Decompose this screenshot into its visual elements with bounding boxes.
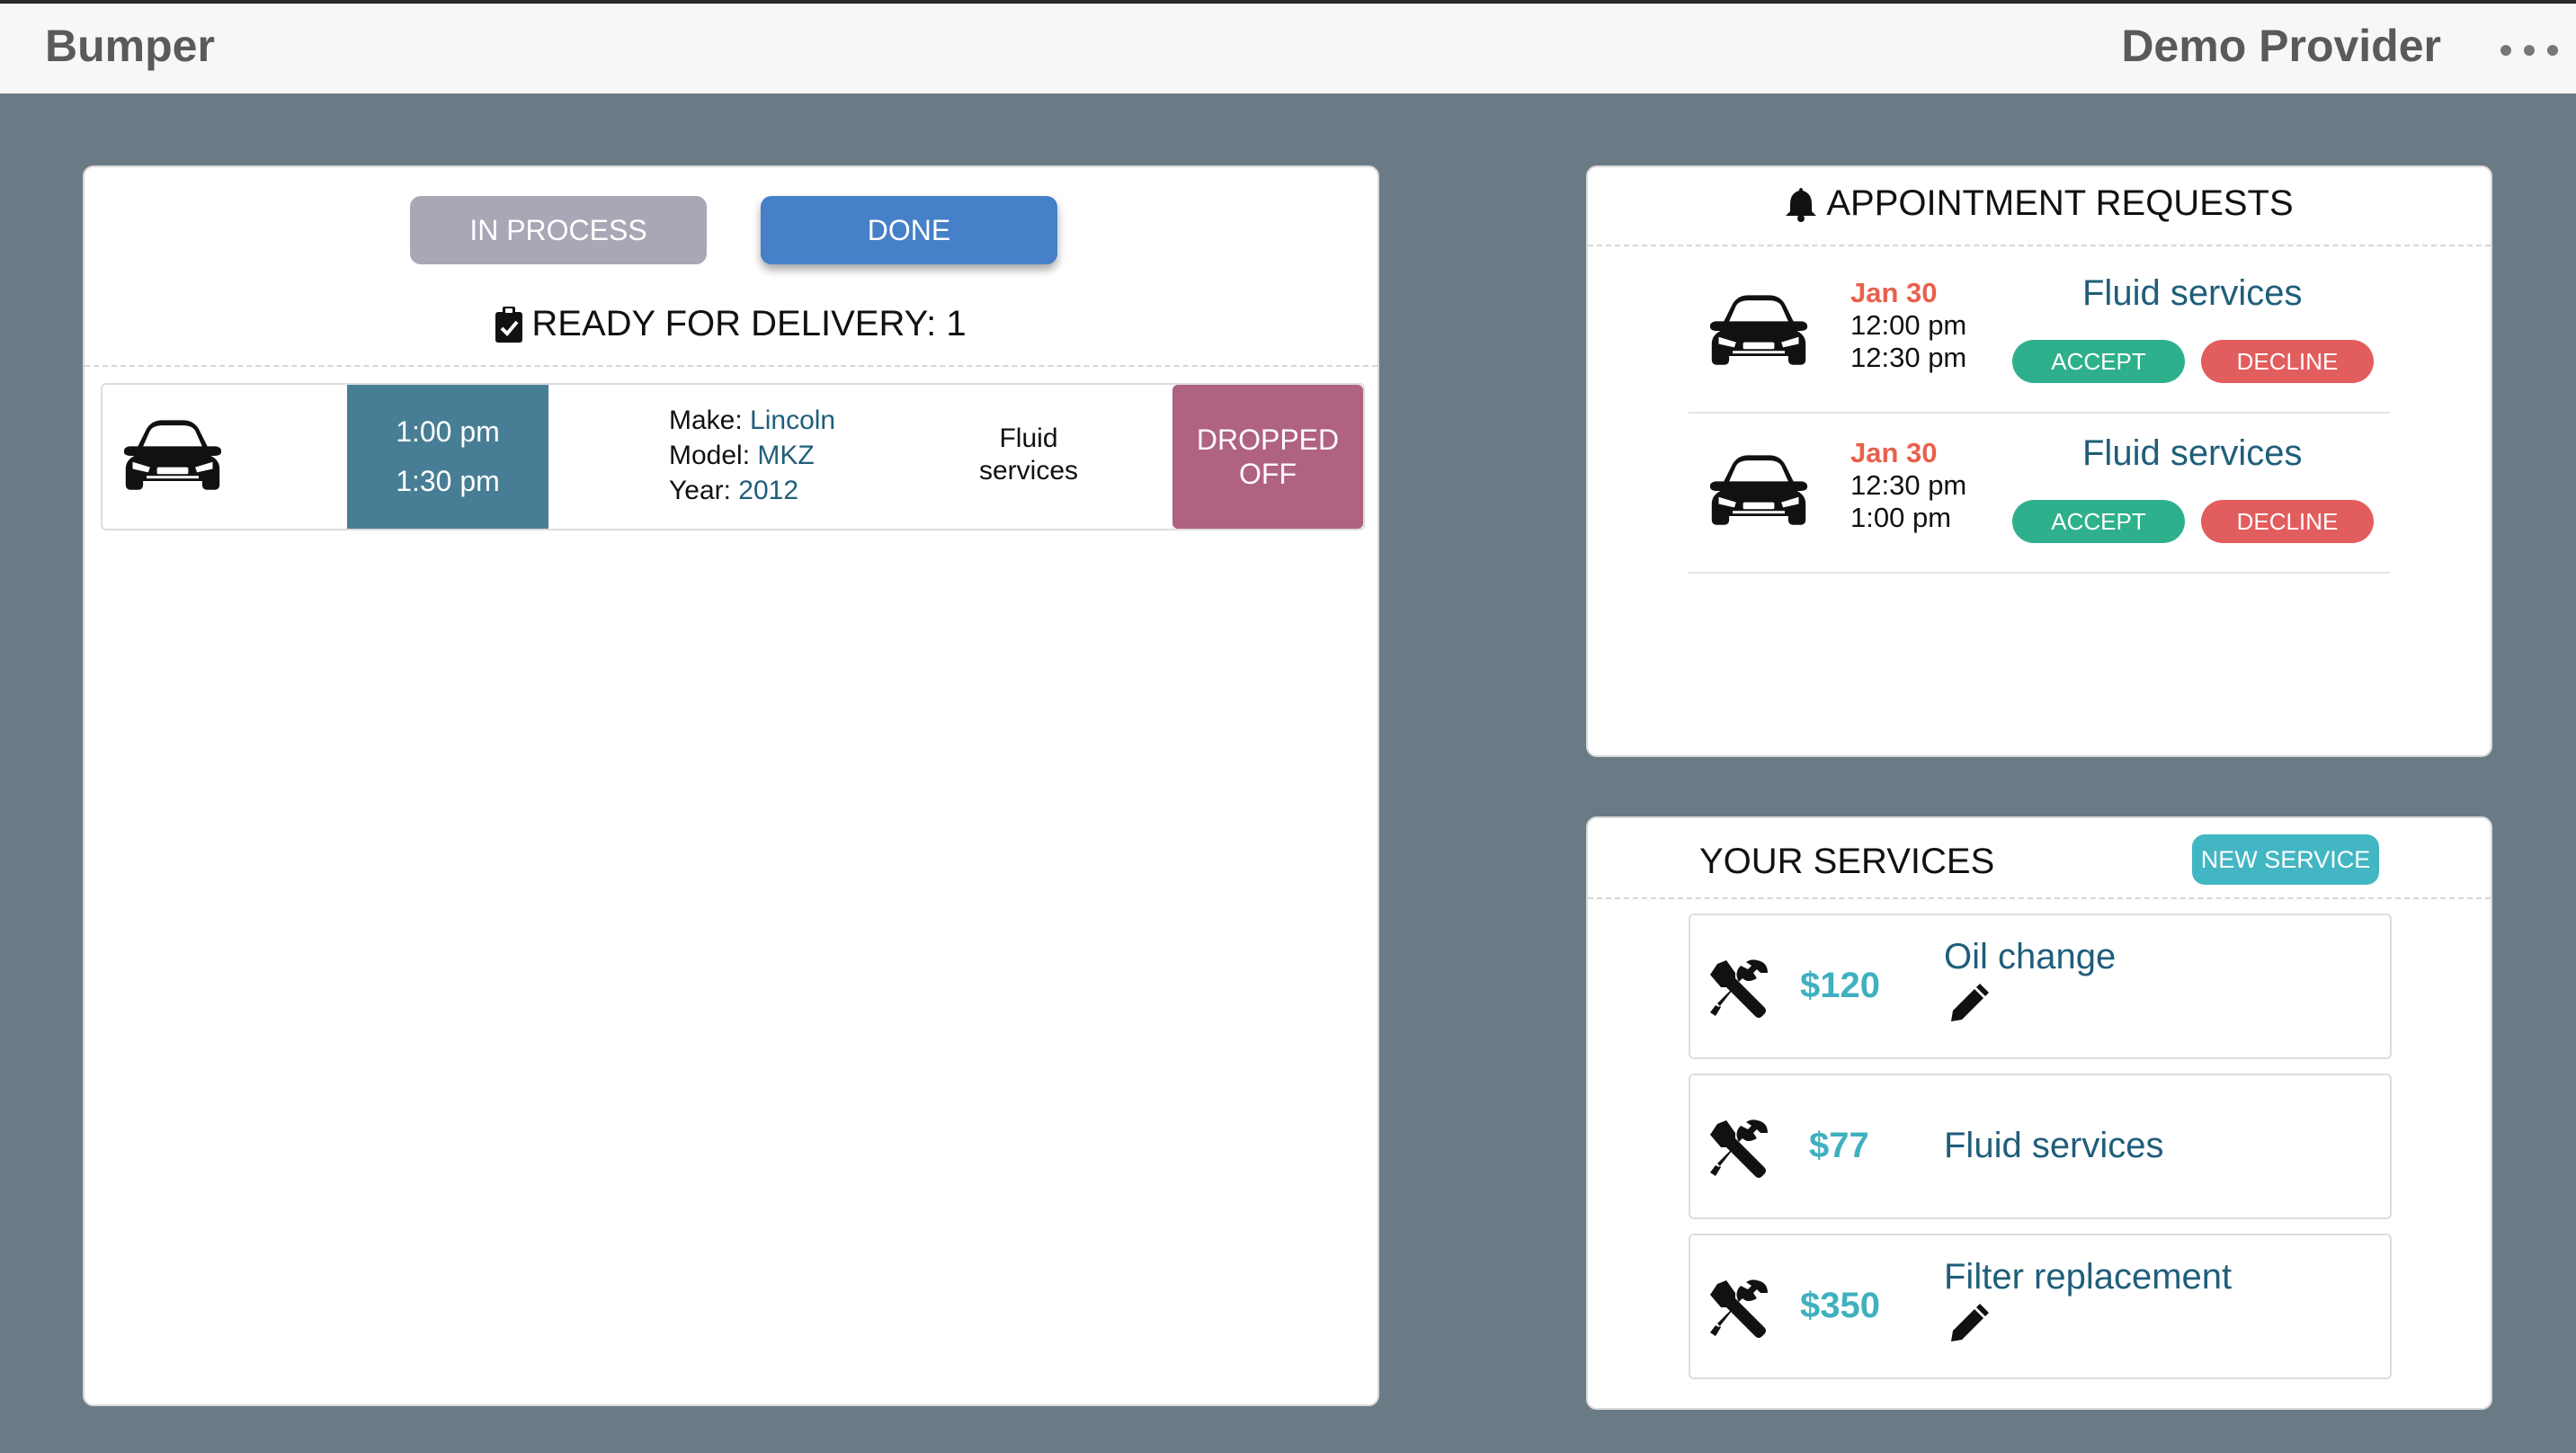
service-price: $120	[1800, 966, 1880, 1005]
ready-title-text: READY FOR DELIVERY: 1	[531, 304, 967, 343]
decline-button[interactable]: DECLINE	[2201, 340, 2374, 383]
divider	[1588, 245, 2491, 246]
ready-for-delivery-heading: READY FOR DELIVERY: 1	[85, 304, 1377, 344]
appointment-requests-panel: APPOINTMENT REQUESTS Jan 30 12:00 pm 12:…	[1586, 165, 2492, 757]
request-date: Jan 30	[1850, 437, 1938, 468]
year-label: Year:	[669, 476, 731, 505]
divider	[1588, 897, 2491, 899]
tools-icon	[1708, 957, 1771, 1020]
top-bar: Bumper Demo Provider	[0, 0, 2576, 94]
request-start-time: 12:00 pm	[1850, 309, 1967, 341]
delivery-row[interactable]: 1:00 pm 1:30 pm Make: Lincoln Model: MKZ…	[101, 383, 1365, 530]
service-price: $350	[1800, 1286, 1880, 1325]
request-end-time: 1:00 pm	[1850, 502, 1952, 533]
vehicle-details: Make: Lincoln Model: MKZ Year: 2012	[669, 403, 835, 508]
tools-icon	[1708, 1117, 1771, 1180]
request-service: Fluid services	[2082, 273, 2303, 313]
delivery-time-block: 1:00 pm 1:30 pm	[347, 385, 548, 529]
appointment-requests-heading: APPOINTMENT REQUESTS	[1588, 183, 2491, 224]
more-options-icon[interactable]	[2500, 45, 2558, 56]
accept-button[interactable]: ACCEPT	[2012, 500, 2185, 543]
divider	[85, 365, 1377, 367]
dropped-off-button[interactable]: DROPPED OFF	[1172, 385, 1363, 529]
accept-button[interactable]: ACCEPT	[2012, 340, 2185, 383]
request-start-time: 12:30 pm	[1850, 469, 1967, 501]
service-card[interactable]: $350 Filter replacement	[1689, 1234, 2392, 1379]
bell-icon	[1786, 187, 1817, 222]
car-icon	[1707, 451, 1811, 530]
your-services-heading: YOUR SERVICES	[1699, 842, 1995, 881]
request-service: Fluid services	[2082, 433, 2303, 473]
request-end-time: 12:30 pm	[1850, 342, 1967, 373]
deliveries-panel: IN PROCESS DONE READY FOR DELIVERY: 1 1:…	[83, 165, 1379, 1406]
pencil-icon[interactable]	[1948, 1304, 1989, 1345]
clipboard-check-icon	[495, 306, 523, 343]
brand-logo[interactable]: Bumper	[45, 20, 215, 72]
vehicle-make: Lincoln	[750, 406, 836, 435]
make-label: Make:	[669, 406, 743, 435]
model-label: Model:	[669, 441, 751, 470]
tab-done[interactable]: DONE	[761, 196, 1057, 264]
delivery-start-time: 1:00 pm	[396, 415, 500, 448]
pencil-icon[interactable]	[1948, 984, 1989, 1025]
your-services-panel: YOUR SERVICES NEW SERVICE $120 Oil chang…	[1586, 816, 2492, 1410]
service-card[interactable]: $120 Oil change	[1689, 914, 2392, 1059]
new-service-button[interactable]: NEW SERVICE	[2192, 834, 2379, 885]
tools-icon	[1708, 1277, 1771, 1340]
service-card[interactable]: $77 Fluid services	[1689, 1074, 2392, 1219]
request-row: Jan 30 12:30 pm 1:00 pm Fluid services A…	[1689, 415, 2390, 574]
vehicle-model: MKZ	[757, 441, 815, 470]
request-date: Jan 30	[1850, 277, 1938, 308]
provider-name: Demo Provider	[2121, 21, 2441, 71]
delivery-end-time: 1:30 pm	[396, 465, 500, 497]
service-name: Fluid services	[1944, 1126, 2164, 1165]
vehicle-year: 2012	[738, 476, 799, 505]
requests-title-text: APPOINTMENT REQUESTS	[1826, 183, 2294, 223]
service-price: $77	[1809, 1126, 1869, 1165]
service-name: Oil change	[1944, 937, 2117, 976]
car-icon	[1707, 291, 1811, 370]
service-name: Filter replacement	[1944, 1257, 2233, 1297]
decline-button[interactable]: DECLINE	[2201, 500, 2374, 543]
delivery-service: Fluid services	[978, 423, 1079, 486]
tab-in-process[interactable]: IN PROCESS	[410, 196, 707, 264]
car-icon	[120, 415, 225, 496]
request-row: Jan 30 12:00 pm 12:30 pm Fluid services …	[1689, 255, 2390, 414]
